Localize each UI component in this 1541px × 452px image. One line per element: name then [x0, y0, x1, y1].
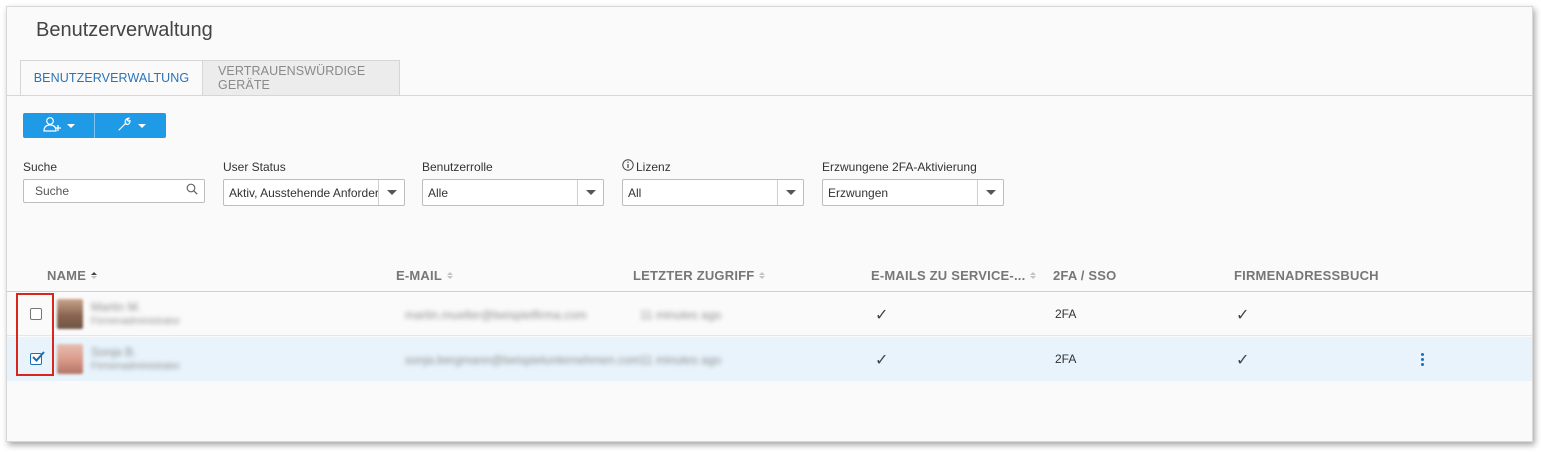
chevron-down-icon	[66, 123, 75, 128]
column-header-service-emails[interactable]: E-MAILS ZU SERVICE-...	[871, 268, 1037, 283]
add-user-button[interactable]	[23, 113, 94, 138]
user-name[interactable]: Sonja B.	[91, 345, 136, 359]
column-header-name-label: NAME	[47, 268, 87, 283]
search-field[interactable]	[23, 179, 205, 203]
sort-ascending-icon	[91, 272, 98, 279]
search-input[interactable]	[35, 184, 175, 198]
row-actions-icon[interactable]	[1421, 353, 1424, 366]
license-label: Lizenz	[622, 158, 804, 175]
user-status-select[interactable]: Aktiv, Ausstehende Anforderung	[223, 179, 405, 206]
enforced-2fa-select[interactable]: Erzwungen	[822, 179, 1004, 206]
chevron-down-icon	[386, 190, 397, 195]
user-email: martin.mueller@beispielfirma.com	[405, 308, 587, 322]
chevron-down-icon	[137, 123, 146, 128]
column-header-email[interactable]: E-MAIL	[396, 268, 453, 283]
user-status-value: Aktiv, Ausstehende Anforderung	[229, 185, 378, 200]
avatar	[57, 344, 83, 374]
tab-bar: BENUTZERVERWALTUNG VERTRAUENSWÜRDIGE GER…	[20, 60, 400, 96]
column-header-service-emails-label: E-MAILS ZU SERVICE-...	[871, 268, 1026, 283]
user-role: Firmenadministrator	[91, 316, 180, 327]
2fa-value: 2FA	[1055, 352, 1077, 366]
address-book-check-icon: ✓	[1236, 307, 1250, 324]
tab-trusted-devices[interactable]: VERTRAUENSWÜRDIGE GERÄTE	[203, 60, 400, 96]
enforced-2fa-label: Erzwungene 2FA-Aktivierung	[822, 159, 977, 174]
checkbox-highlight-box	[16, 293, 54, 376]
page-title: Benutzerverwaltung	[36, 19, 213, 41]
last-access: 11 minutes ago	[640, 353, 722, 367]
user-management-window: Benutzerverwaltung BENUTZERVERWALTUNG VE…	[6, 6, 1533, 442]
sort-icon	[1030, 272, 1037, 279]
filter-search: Suche	[23, 158, 205, 203]
column-header-name[interactable]: NAME	[47, 268, 98, 283]
search-label: Suche	[23, 159, 58, 174]
column-header-last-access-label: LETZTER ZUGRIFF	[633, 268, 755, 283]
service-emails-check-icon: ✓	[875, 352, 889, 369]
user-status-label: User Status	[223, 159, 286, 174]
role-select[interactable]: Alle	[422, 179, 604, 206]
license-value: All	[628, 185, 642, 200]
enforced-2fa-dropdown-button[interactable]	[977, 180, 1003, 205]
table-row[interactable]: Martin M. Firmenadministrator martin.mue…	[7, 292, 1532, 336]
column-header-last-access[interactable]: LETZTER ZUGRIFF	[633, 268, 766, 283]
role-dropdown-button[interactable]	[577, 180, 603, 205]
filter-role: Benutzerrolle Alle	[422, 158, 604, 206]
column-header-2fa: 2FA / SSO	[1053, 268, 1117, 283]
last-access: 11 minutes ago	[640, 308, 722, 322]
table-row[interactable]: Sonja B. Firmenadministrator sonja.bergm…	[7, 337, 1532, 381]
search-icon[interactable]	[186, 182, 198, 200]
column-header-email-label: E-MAIL	[396, 268, 442, 283]
role-value: Alle	[428, 185, 449, 200]
license-label-text: Lizenz	[636, 159, 671, 174]
user-role: Firmenadministrator	[91, 361, 180, 372]
user-name[interactable]: Martin M.	[91, 300, 141, 314]
add-user-icon	[42, 116, 63, 135]
address-book-check-icon: ✓	[1236, 352, 1250, 369]
license-dropdown-button[interactable]	[777, 180, 803, 205]
info-icon[interactable]	[622, 159, 634, 174]
column-header-address-book: FIRMENADRESSBUCH	[1234, 268, 1379, 283]
toolbar	[23, 113, 166, 138]
enforced-2fa-value: Erzwungen	[828, 185, 889, 200]
filter-user-status: User Status Aktiv, Ausstehende Anforderu…	[223, 158, 405, 206]
tools-button[interactable]	[94, 113, 166, 138]
license-select[interactable]: All	[622, 179, 804, 206]
sort-icon	[446, 272, 453, 279]
tab-user-management[interactable]: BENUTZERVERWALTUNG	[20, 60, 203, 96]
2fa-value: 2FA	[1055, 307, 1077, 321]
table-header: NAME E-MAIL LETZTER ZUGRIFF E-MAILS ZU S…	[7, 260, 1532, 292]
chevron-down-icon	[785, 190, 796, 195]
tab-divider	[7, 95, 1532, 96]
chevron-down-icon	[585, 190, 596, 195]
sort-icon	[759, 272, 766, 279]
avatar	[57, 299, 83, 329]
user-status-dropdown-button[interactable]	[378, 180, 404, 205]
wrench-icon	[116, 116, 134, 135]
service-emails-check-icon: ✓	[875, 307, 889, 324]
role-label: Benutzerrolle	[422, 159, 493, 174]
filter-license: Lizenz All	[622, 158, 804, 206]
chevron-down-icon	[985, 190, 996, 195]
filter-enforced-2fa: Erzwungene 2FA-Aktivierung Erzwungen	[822, 158, 1004, 206]
user-email: sonja.bergmann@beispielunternehmen.com	[405, 353, 641, 367]
